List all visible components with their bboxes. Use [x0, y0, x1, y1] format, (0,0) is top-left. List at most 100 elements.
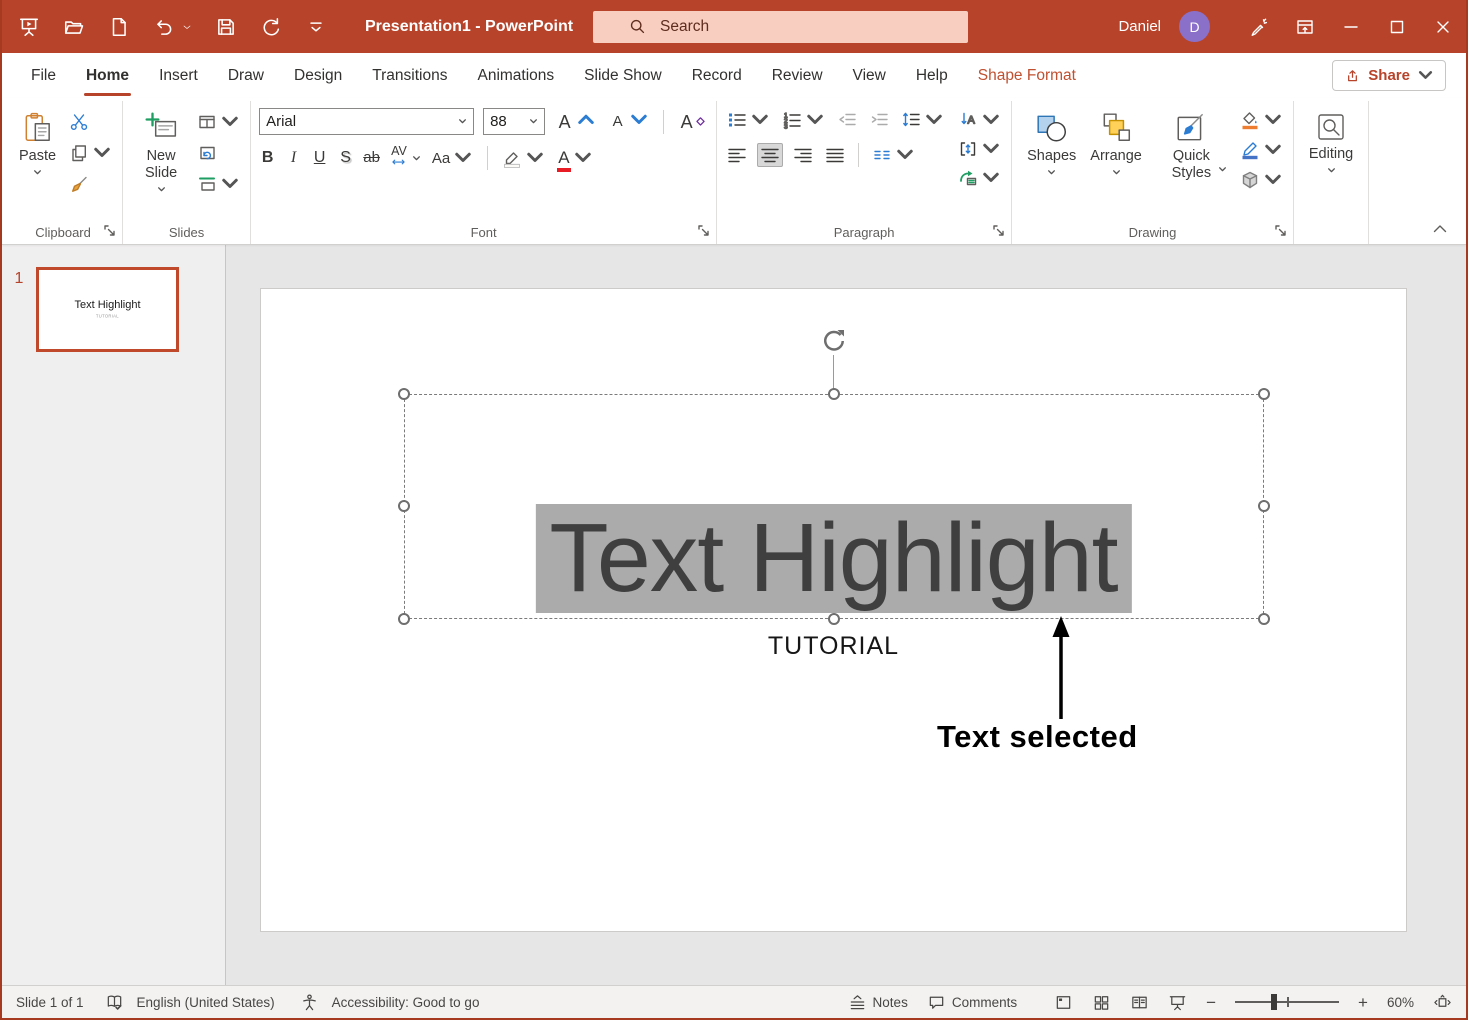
- accessibility-status[interactable]: Accessibility: Good to go: [332, 995, 480, 1010]
- resize-handle-bottom-right[interactable]: [1258, 613, 1270, 625]
- shape-effects-button[interactable]: [1238, 168, 1285, 192]
- dialog-launcher-icon[interactable]: [1274, 224, 1288, 238]
- align-right-button[interactable]: [791, 143, 815, 167]
- redo-icon[interactable]: [260, 16, 282, 38]
- chevron-down-icon[interactable]: [412, 154, 421, 163]
- shrink-font-button[interactable]: A: [607, 110, 651, 134]
- view-slide-sorter-button[interactable]: [1092, 993, 1111, 1012]
- tab-draw[interactable]: Draw: [213, 53, 279, 98]
- grow-font-button[interactable]: A: [554, 110, 598, 134]
- new-file-icon[interactable]: [108, 16, 130, 38]
- comments-toggle[interactable]: Comments: [927, 993, 1017, 1012]
- font-size-combo[interactable]: 88: [483, 108, 545, 135]
- resize-handle-top-center[interactable]: [828, 388, 840, 400]
- notes-toggle[interactable]: Notes: [848, 993, 908, 1012]
- search-box[interactable]: Search: [593, 11, 968, 43]
- reset-slide-button[interactable]: [195, 141, 242, 165]
- tab-help[interactable]: Help: [901, 53, 963, 98]
- rotate-handle[interactable]: [819, 326, 849, 356]
- bullets-button[interactable]: [725, 108, 772, 132]
- feedback-button[interactable]: [1236, 0, 1282, 53]
- tab-review[interactable]: Review: [757, 53, 838, 98]
- character-spacing-button[interactable]: AV: [389, 145, 409, 171]
- font-name-combo[interactable]: Arial: [259, 108, 474, 135]
- tab-shape-format[interactable]: Shape Format: [963, 53, 1091, 98]
- fit-to-window-button[interactable]: [1433, 993, 1452, 1012]
- arrange-button[interactable]: Arrange: [1083, 108, 1149, 180]
- view-slideshow-button[interactable]: [1168, 993, 1187, 1012]
- resize-handle-middle-right[interactable]: [1258, 500, 1270, 512]
- text-direction-button[interactable]: A: [956, 108, 1003, 132]
- avatar[interactable]: D: [1179, 11, 1210, 42]
- slide-subtitle-text[interactable]: TUTORIAL: [261, 632, 1406, 661]
- ribbon-display-options-button[interactable]: [1282, 0, 1328, 53]
- section-button[interactable]: [195, 172, 242, 196]
- dialog-launcher-icon[interactable]: [103, 224, 117, 238]
- view-reading-button[interactable]: [1130, 993, 1149, 1012]
- decrease-indent-button[interactable]: [835, 108, 859, 132]
- dialog-launcher-icon[interactable]: [992, 224, 1006, 238]
- shape-fill-button[interactable]: [1238, 108, 1285, 132]
- resize-handle-bottom-left[interactable]: [398, 613, 410, 625]
- font-color-button[interactable]: A: [556, 146, 594, 170]
- resize-handle-top-left[interactable]: [398, 388, 410, 400]
- new-slide-button[interactable]: New Slide: [131, 108, 191, 197]
- slide-title-text-selected[interactable]: Text Highlight: [535, 504, 1131, 613]
- strikethrough-button[interactable]: ab: [363, 146, 380, 170]
- cut-button[interactable]: [67, 110, 114, 134]
- resize-handle-middle-left[interactable]: [398, 500, 410, 512]
- accessibility-icon[interactable]: [300, 993, 319, 1012]
- tab-insert[interactable]: Insert: [144, 53, 213, 98]
- copy-button[interactable]: [67, 141, 114, 165]
- numbering-button[interactable]: 123: [780, 108, 827, 132]
- dialog-launcher-icon[interactable]: [697, 224, 711, 238]
- language-status[interactable]: English (United States): [137, 995, 275, 1010]
- save-icon[interactable]: [215, 16, 237, 38]
- tab-home[interactable]: Home: [71, 53, 144, 98]
- align-text-button[interactable]: [956, 137, 1003, 161]
- italic-button[interactable]: I: [285, 146, 302, 170]
- tab-transitions[interactable]: Transitions: [357, 53, 462, 98]
- spellcheck-icon[interactable]: [105, 993, 124, 1012]
- align-left-button[interactable]: [725, 143, 749, 167]
- columns-button[interactable]: [870, 143, 917, 167]
- shape-outline-button[interactable]: [1238, 138, 1285, 162]
- maximize-button[interactable]: [1374, 0, 1420, 53]
- tab-animations[interactable]: Animations: [462, 53, 569, 98]
- tab-file[interactable]: File: [16, 53, 71, 98]
- change-case-button[interactable]: Aa: [430, 146, 475, 170]
- resize-handle-top-right[interactable]: [1258, 388, 1270, 400]
- slide-layout-button[interactable]: [195, 110, 242, 134]
- tab-record[interactable]: Record: [677, 53, 757, 98]
- line-spacing-button[interactable]: [899, 108, 946, 132]
- minimize-button[interactable]: [1328, 0, 1374, 53]
- clear-formatting-button[interactable]: A: [676, 110, 708, 134]
- underline-button[interactable]: U: [311, 146, 328, 170]
- zoom-out-button[interactable]: −: [1206, 994, 1216, 1011]
- shapes-button[interactable]: Shapes: [1020, 108, 1083, 180]
- share-button[interactable]: Share: [1332, 60, 1446, 91]
- close-button[interactable]: [1420, 0, 1466, 53]
- resize-handle-bottom-center[interactable]: [828, 613, 840, 625]
- paste-button[interactable]: Paste: [12, 108, 63, 180]
- collapse-ribbon-icon[interactable]: [1430, 220, 1450, 236]
- convert-to-smartart-button[interactable]: [956, 166, 1003, 190]
- zoom-in-button[interactable]: +: [1358, 994, 1368, 1011]
- user-name[interactable]: Daniel: [1118, 18, 1161, 35]
- editing-button[interactable]: Editing: [1302, 108, 1360, 178]
- undo-dropdown-icon[interactable]: [182, 22, 192, 32]
- slide-thumbnail[interactable]: Text Highlight TUTORIAL: [36, 267, 179, 352]
- increase-indent-button[interactable]: [867, 108, 891, 132]
- tab-design[interactable]: Design: [279, 53, 357, 98]
- tab-view[interactable]: View: [838, 53, 901, 98]
- slide-canvas[interactable]: Text Highlight TUTORIAL Text selected: [260, 288, 1407, 932]
- text-highlight-color-button[interactable]: [500, 146, 547, 170]
- zoom-slider[interactable]: [1235, 1001, 1339, 1003]
- quick-styles-button[interactable]: Quick Styles: [1149, 108, 1234, 177]
- justify-button[interactable]: [823, 143, 847, 167]
- format-painter-button[interactable]: [67, 172, 114, 196]
- text-shadow-button[interactable]: S: [337, 146, 354, 170]
- start-slideshow-icon[interactable]: [18, 16, 40, 38]
- zoom-slider-handle[interactable]: [1271, 994, 1277, 1010]
- zoom-level[interactable]: 60%: [1387, 995, 1414, 1010]
